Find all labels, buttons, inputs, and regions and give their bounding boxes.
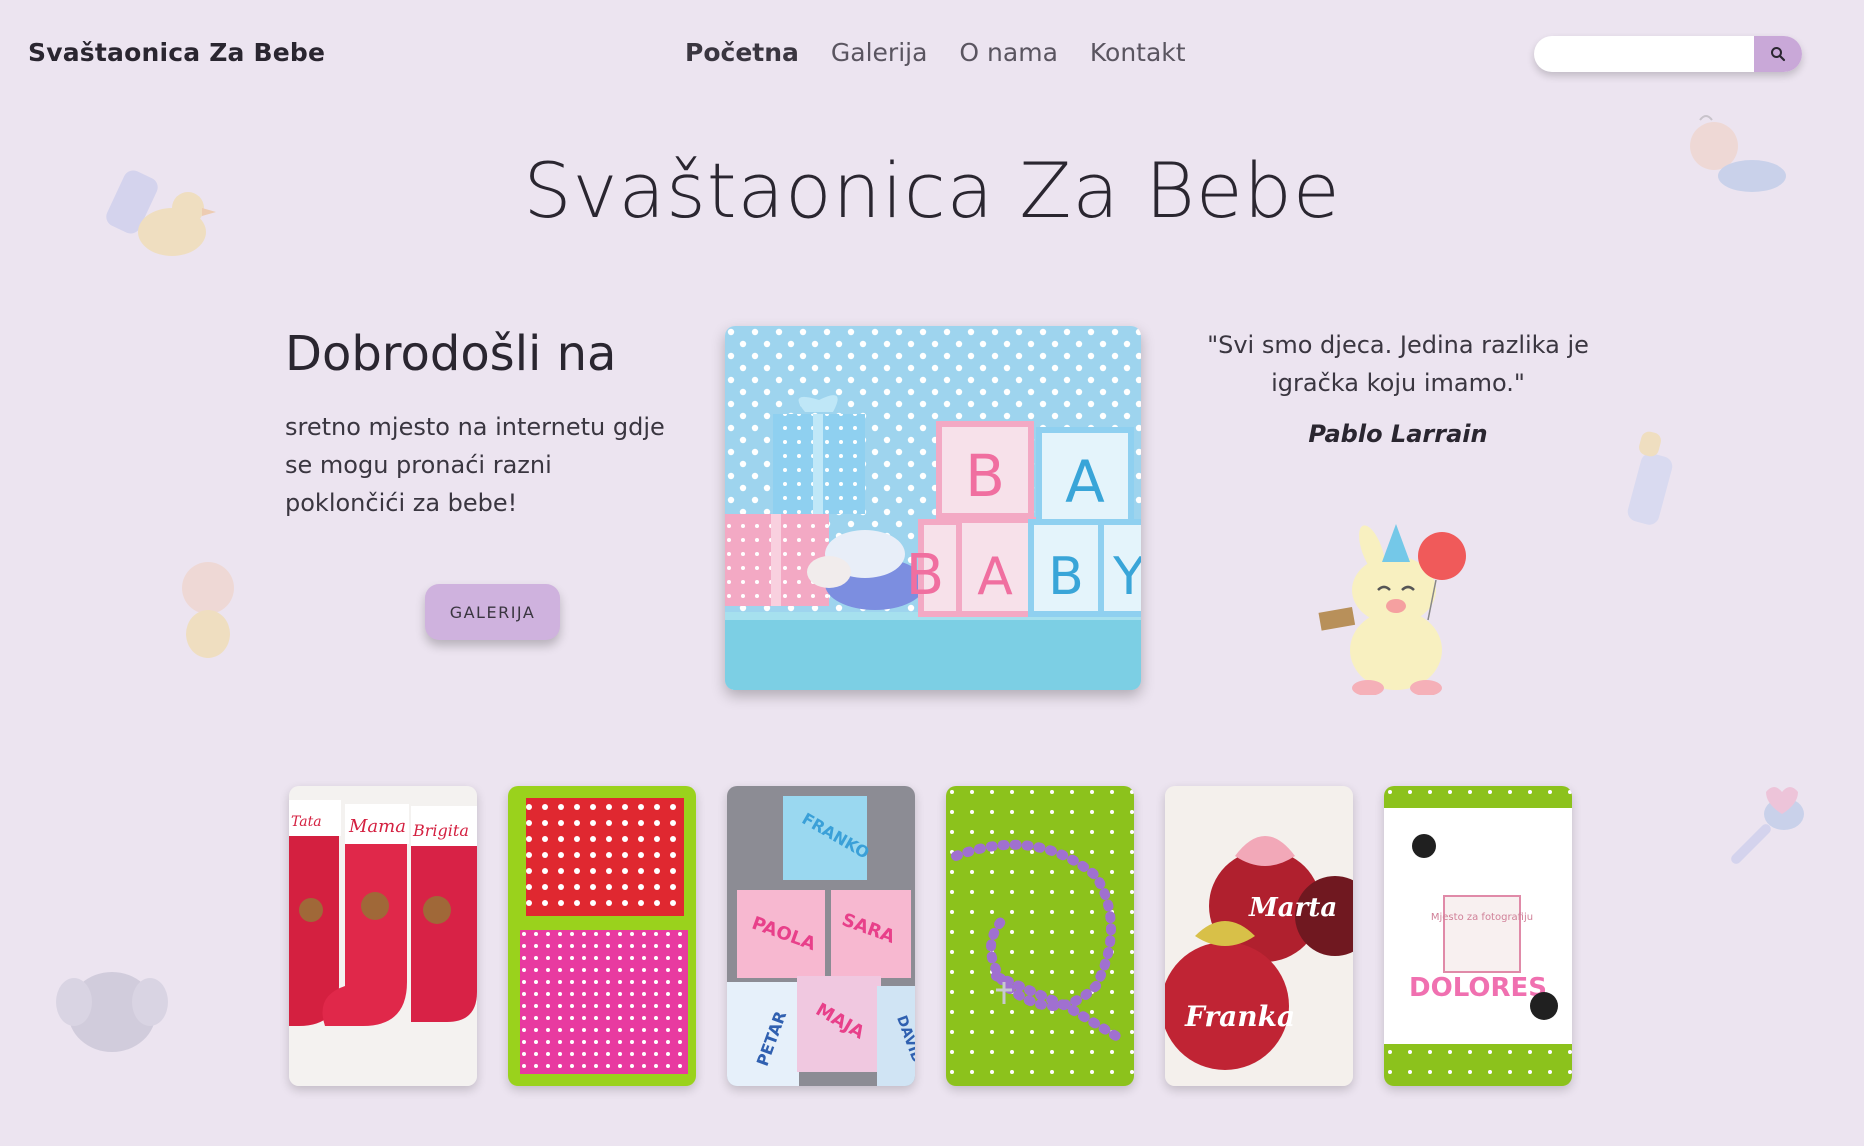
party-bunny-icon [1318,524,1466,695]
svg-text:B: B [906,543,944,608]
svg-text:Mjesto za fotografiju: Mjesto za fotografiju [1431,912,1533,923]
svg-text:B: B [965,442,1005,510]
search-button[interactable] [1754,36,1802,72]
sleeping-baby-icon [182,562,234,658]
svg-text:Franka: Franka [1184,1000,1295,1033]
letter-block: B [936,421,1034,519]
main-nav: Početna Galerija O nama Kontakt [685,38,1186,67]
spoon-fork-icon [1731,787,1804,864]
svg-text:A: A [977,547,1013,607]
gallery-item-christmas-stockings[interactable]: Tata Mama Brigita [289,786,477,1086]
hero-baby-blocks-image: B A B A B Y [725,326,1141,690]
hero-title: Svaštaonica Za Bebe [523,146,1341,235]
quote-text: "Svi smo djeca. Jedina razlika je igračk… [1207,331,1589,397]
gallery-item-purple-rosary[interactable] [946,786,1134,1086]
search-input[interactable] [1534,36,1754,72]
intro-text: sretno mjesto na internetu gdje se mogu … [285,413,665,517]
quote-author: Pablo Larrain [1308,420,1488,448]
letter-block: Y [1098,519,1141,617]
letter-block: A [1036,427,1134,525]
svg-text:DOLORES: DOLORES [1409,973,1547,1003]
svg-text:Mama: Mama [348,816,406,837]
svg-text:Tata: Tata [291,814,322,830]
letter-block: B [1028,519,1104,617]
galerija-button[interactable]: GALERIJA [425,584,560,640]
letter-block: A [956,517,1036,617]
top-navbar: Svaštaonica Za Bebe Početna Galerija O n… [0,0,1864,106]
gallery-item-christmas-ornaments[interactable]: Marta Franka [1165,786,1353,1086]
svg-text:Brigita: Brigita [412,821,469,840]
svg-text:A: A [1065,448,1105,516]
gallery-item-photo-frame-minnie[interactable]: Mjesto za fotografiju DOLORES [1384,786,1572,1086]
svg-text:B: B [1048,547,1084,607]
svg-text:Y: Y [1112,547,1141,607]
welcome-heading: Dobrodošli na [285,326,617,382]
baby-bottle-icon [1627,431,1673,525]
nav-item-o-nama[interactable]: O nama [959,38,1057,67]
search-icon [1771,47,1786,62]
gallery-item-name-cubes[interactable]: FRANKO PAOLA SARA PETAR MAJA DAVID [727,786,915,1086]
search-bar [1534,36,1802,72]
nav-item-pocetna[interactable]: Početna [685,38,799,67]
elephant-icon [56,972,168,1052]
svg-text:Marta: Marta [1248,893,1337,923]
gallery-strip: Tata Mama Brigita FRANKO PAOLA SARA PETA… [289,786,1572,1086]
brand-logo-text[interactable]: Svaštaonica Za Bebe [28,38,325,67]
nav-item-kontakt[interactable]: Kontakt [1090,38,1186,67]
gallery-item-polka-dot-blankets[interactable] [508,786,696,1086]
nav-item-galerija[interactable]: Galerija [831,38,928,67]
